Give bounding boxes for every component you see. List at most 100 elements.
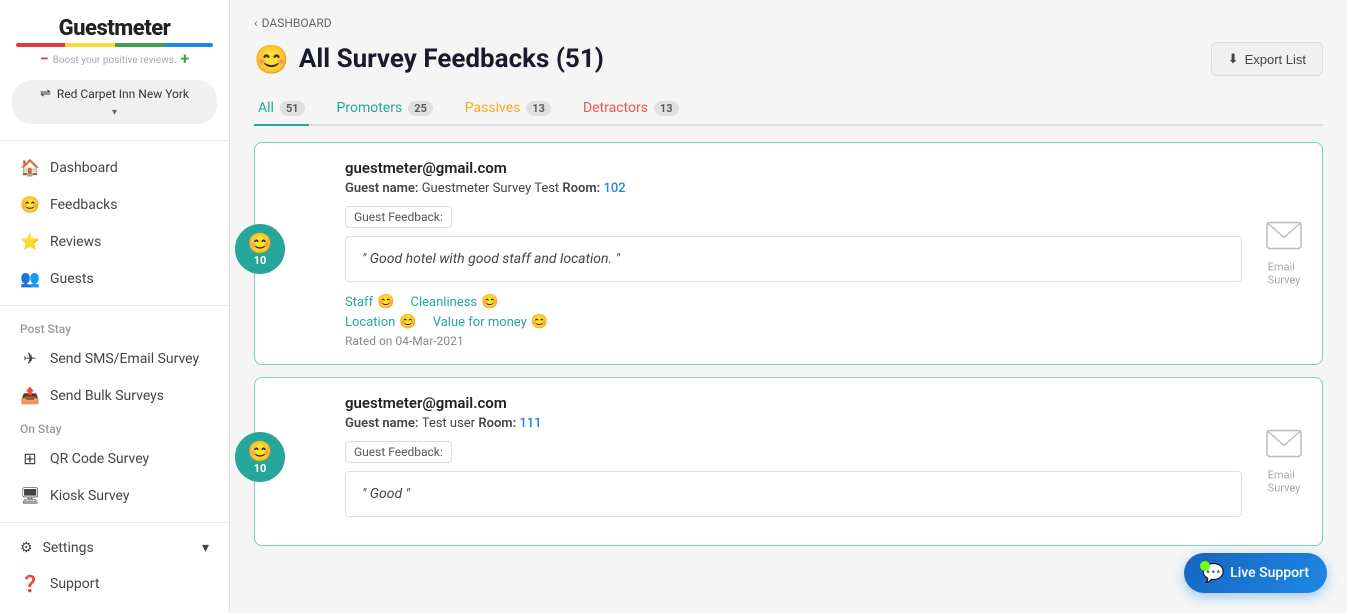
sidebar-item-send-bulk[interactable]: 📤 Send Bulk Surveys bbox=[0, 377, 229, 414]
guest-feedback-label-2: Guest Feedback: bbox=[345, 441, 452, 463]
hotel-name: Red Carpet Inn New York bbox=[57, 87, 189, 101]
breadcrumb-text: DASHBOARD bbox=[262, 16, 332, 30]
divider-3 bbox=[0, 522, 229, 523]
logo-bar-green bbox=[115, 43, 164, 47]
sidebar-item-feedbacks[interactable]: 😊 Feedbacks bbox=[0, 186, 229, 223]
logo-bar-red bbox=[16, 43, 65, 47]
tag-cleanliness-emoji: 😊 bbox=[481, 294, 498, 310]
feedbacks-icon: 😊 bbox=[20, 195, 40, 214]
tab-all-badge: 51 bbox=[280, 101, 305, 116]
content-area: ‹ DASHBOARD 😊 All Survey Feedbacks (51) … bbox=[230, 0, 1347, 613]
page-title: All Survey Feedbacks (51) bbox=[299, 44, 604, 74]
sidebar-item-reviews-label: Reviews bbox=[50, 234, 101, 250]
room-number: 102 bbox=[603, 181, 625, 196]
send-bulk-icon: 📤 bbox=[20, 386, 40, 405]
score-badge-2: 10 bbox=[254, 463, 267, 474]
sidebar-item-guests[interactable]: 👥 Guests bbox=[0, 260, 229, 297]
logo-area: Guestmeter − Boost your positive reviews… bbox=[0, 0, 229, 72]
kiosk-icon: 🖥 bbox=[20, 486, 40, 505]
guest-name-label: Guest name: bbox=[345, 181, 422, 196]
divider-2 bbox=[0, 305, 229, 306]
guest-name-2: Test user bbox=[422, 416, 475, 431]
email-survey-label: EmailSurvey bbox=[1268, 260, 1301, 286]
logo-underline bbox=[16, 43, 213, 47]
tab-passives[interactable]: Passives 13 bbox=[461, 92, 555, 126]
page-title-area: 😊 All Survey Feedbacks (51) bbox=[254, 43, 604, 76]
guest-name-label-2: Guest name: bbox=[345, 416, 422, 431]
sidebar-item-support[interactable]: ❓ Support bbox=[0, 565, 229, 602]
settings-chevron-icon: ▾ bbox=[202, 540, 209, 556]
card-body: 😊 10 guestmeter@gmail.com Guest name: Gu… bbox=[295, 159, 1302, 348]
tag-location-label: Location bbox=[345, 315, 395, 330]
hotel-selector[interactable]: ⇌ Red Carpet Inn New York ▾ bbox=[12, 80, 217, 124]
live-support-label: Live Support bbox=[1230, 565, 1309, 581]
email-action[interactable]: EmailSurvey bbox=[1266, 221, 1302, 286]
support-icon: ❓ bbox=[20, 574, 40, 593]
main-content: ‹ DASHBOARD 😊 All Survey Feedbacks (51) … bbox=[230, 0, 1347, 613]
divider-1 bbox=[0, 140, 229, 141]
room-label: Room: bbox=[562, 181, 603, 196]
card-avatar-area: 😊 10 bbox=[295, 159, 345, 167]
qr-code-icon: ⊞ bbox=[20, 449, 40, 468]
minus-icon: − bbox=[40, 49, 49, 68]
card-body-2: 😊 10 guestmeter@gmail.com Guest name: Te… bbox=[295, 394, 1302, 529]
room-label-2: Room: bbox=[478, 416, 519, 431]
tab-passives-label: Passives bbox=[465, 100, 521, 116]
sidebar-item-kiosk[interactable]: 🖥 Kiosk Survey bbox=[0, 477, 229, 514]
feedback-text-2: " Good " bbox=[345, 471, 1242, 517]
tag-staff-emoji: 😊 bbox=[377, 294, 394, 310]
tab-promoters-label: Promoters bbox=[337, 100, 403, 116]
sidebar-item-dashboard[interactable]: 🏠 Dashboard bbox=[0, 149, 229, 186]
tag-location-emoji: 😊 bbox=[399, 314, 416, 330]
tag-value-label: Value for money bbox=[433, 315, 527, 330]
reviews-icon: ⭐ bbox=[20, 232, 40, 251]
export-list-button[interactable]: ⬇ Export List bbox=[1211, 42, 1323, 76]
sidebar-item-send-sms-label: Send SMS/Email Survey bbox=[50, 351, 199, 367]
tag-location: Location 😊 bbox=[345, 314, 417, 330]
avatar-2: 😊 10 bbox=[235, 432, 285, 482]
sidebar-item-kiosk-label: Kiosk Survey bbox=[50, 488, 130, 504]
sidebar-item-settings-label: Settings bbox=[43, 540, 94, 556]
logo: Guestmeter bbox=[59, 16, 171, 41]
feedback-text: " Good hotel with good staff and locatio… bbox=[345, 236, 1242, 282]
chevron-down-icon: ▾ bbox=[112, 107, 117, 118]
card-guest-line-2: Guest name: Test user Room: 111 bbox=[345, 416, 1242, 431]
guest-feedback-label: Guest Feedback: bbox=[345, 206, 452, 228]
card-info: guestmeter@gmail.com Guest name: Guestme… bbox=[345, 159, 1302, 348]
tab-promoters-badge: 25 bbox=[408, 101, 433, 116]
card-avatar-area-2: 😊 10 bbox=[295, 394, 345, 402]
email-action-2[interactable]: EmailSurvey bbox=[1266, 429, 1302, 494]
logo-bar-yellow bbox=[65, 43, 114, 47]
on-stay-label: On Stay bbox=[0, 414, 229, 440]
rated-on: Rated on 04-Mar-2021 bbox=[345, 334, 1242, 348]
live-support-button[interactable]: 💬 Live Support bbox=[1184, 553, 1327, 593]
tags-row-2: Location 😊 Value for money 😊 bbox=[345, 314, 1242, 330]
card-info-2: guestmeter@gmail.com Guest name: Test us… bbox=[345, 394, 1302, 529]
sidebar-item-qr-label: QR Code Survey bbox=[50, 451, 149, 467]
score-badge: 10 bbox=[254, 255, 267, 266]
sidebar-item-guests-label: Guests bbox=[50, 271, 94, 287]
sidebar-item-settings[interactable]: ⚙ Settings ▾ bbox=[0, 531, 229, 565]
tab-all[interactable]: All 51 bbox=[254, 92, 309, 126]
tab-promoters[interactable]: Promoters 25 bbox=[333, 92, 437, 126]
sidebar-item-send-sms[interactable]: ✈ Send SMS/Email Survey bbox=[0, 340, 229, 377]
tab-all-label: All bbox=[258, 100, 274, 116]
settings-icon: ⚙ bbox=[20, 540, 33, 556]
feedback-cards: 😊 10 guestmeter@gmail.com Guest name: Gu… bbox=[254, 142, 1323, 546]
room-number-2: 111 bbox=[519, 416, 541, 431]
email-survey-icon-2 bbox=[1266, 429, 1302, 464]
sidebar-item-send-bulk-label: Send Bulk Surveys bbox=[50, 388, 164, 404]
card-email-2: guestmeter@gmail.com bbox=[345, 394, 1242, 412]
logo-text: Guestmeter bbox=[59, 16, 171, 41]
sidebar-item-reviews[interactable]: ⭐ Reviews bbox=[0, 223, 229, 260]
sidebar-item-dashboard-label: Dashboard bbox=[50, 160, 118, 176]
tag-staff-label: Staff bbox=[345, 295, 373, 310]
export-icon: ⬇ bbox=[1228, 51, 1239, 67]
tab-detractors-badge: 13 bbox=[654, 101, 679, 116]
tab-detractors[interactable]: Detractors 13 bbox=[579, 92, 683, 126]
export-label: Export List bbox=[1245, 52, 1306, 67]
plus-icon: + bbox=[181, 49, 190, 68]
page-title-emoji: 😊 bbox=[254, 43, 289, 76]
sidebar-item-qr-code[interactable]: ⊞ QR Code Survey bbox=[0, 440, 229, 477]
tab-passives-badge: 13 bbox=[526, 101, 551, 116]
